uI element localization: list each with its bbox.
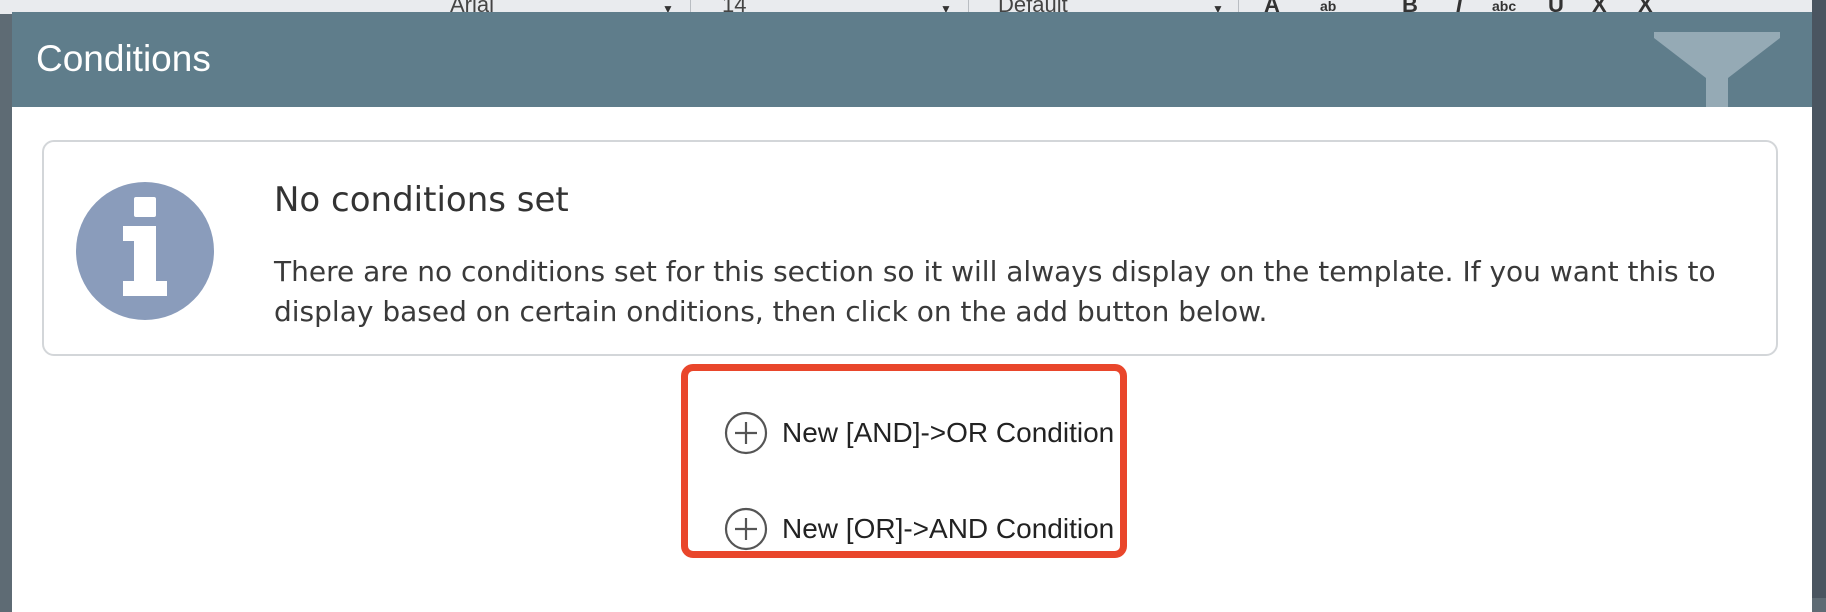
conditions-dialog: Conditions No conditions set There are n… (12, 12, 1812, 612)
background-panel-edge (1812, 0, 1826, 598)
info-heading: No conditions set (274, 180, 569, 220)
new-and-or-condition-label: New [AND]->OR Condition (782, 417, 1115, 448)
filter-icon (1654, 32, 1780, 107)
dialog-header: Conditions (12, 12, 1812, 107)
info-icon (76, 182, 214, 320)
no-conditions-panel: No conditions set There are no condition… (42, 140, 1778, 356)
new-or-and-condition-label: New [OR]->AND Condition (782, 513, 1115, 544)
plus-circle-icon (724, 411, 768, 455)
add-condition-group: New [AND]->OR Condition New [OR]->AND Co… (681, 364, 1127, 558)
new-and-or-condition-button[interactable]: New [AND]->OR Condition (724, 408, 1114, 458)
new-or-and-condition-button[interactable]: New [OR]->AND Condition (724, 504, 1114, 554)
plus-circle-icon (724, 507, 768, 551)
dialog-title: Conditions (36, 38, 211, 79)
info-message: There are no conditions set for this sec… (274, 255, 1716, 328)
